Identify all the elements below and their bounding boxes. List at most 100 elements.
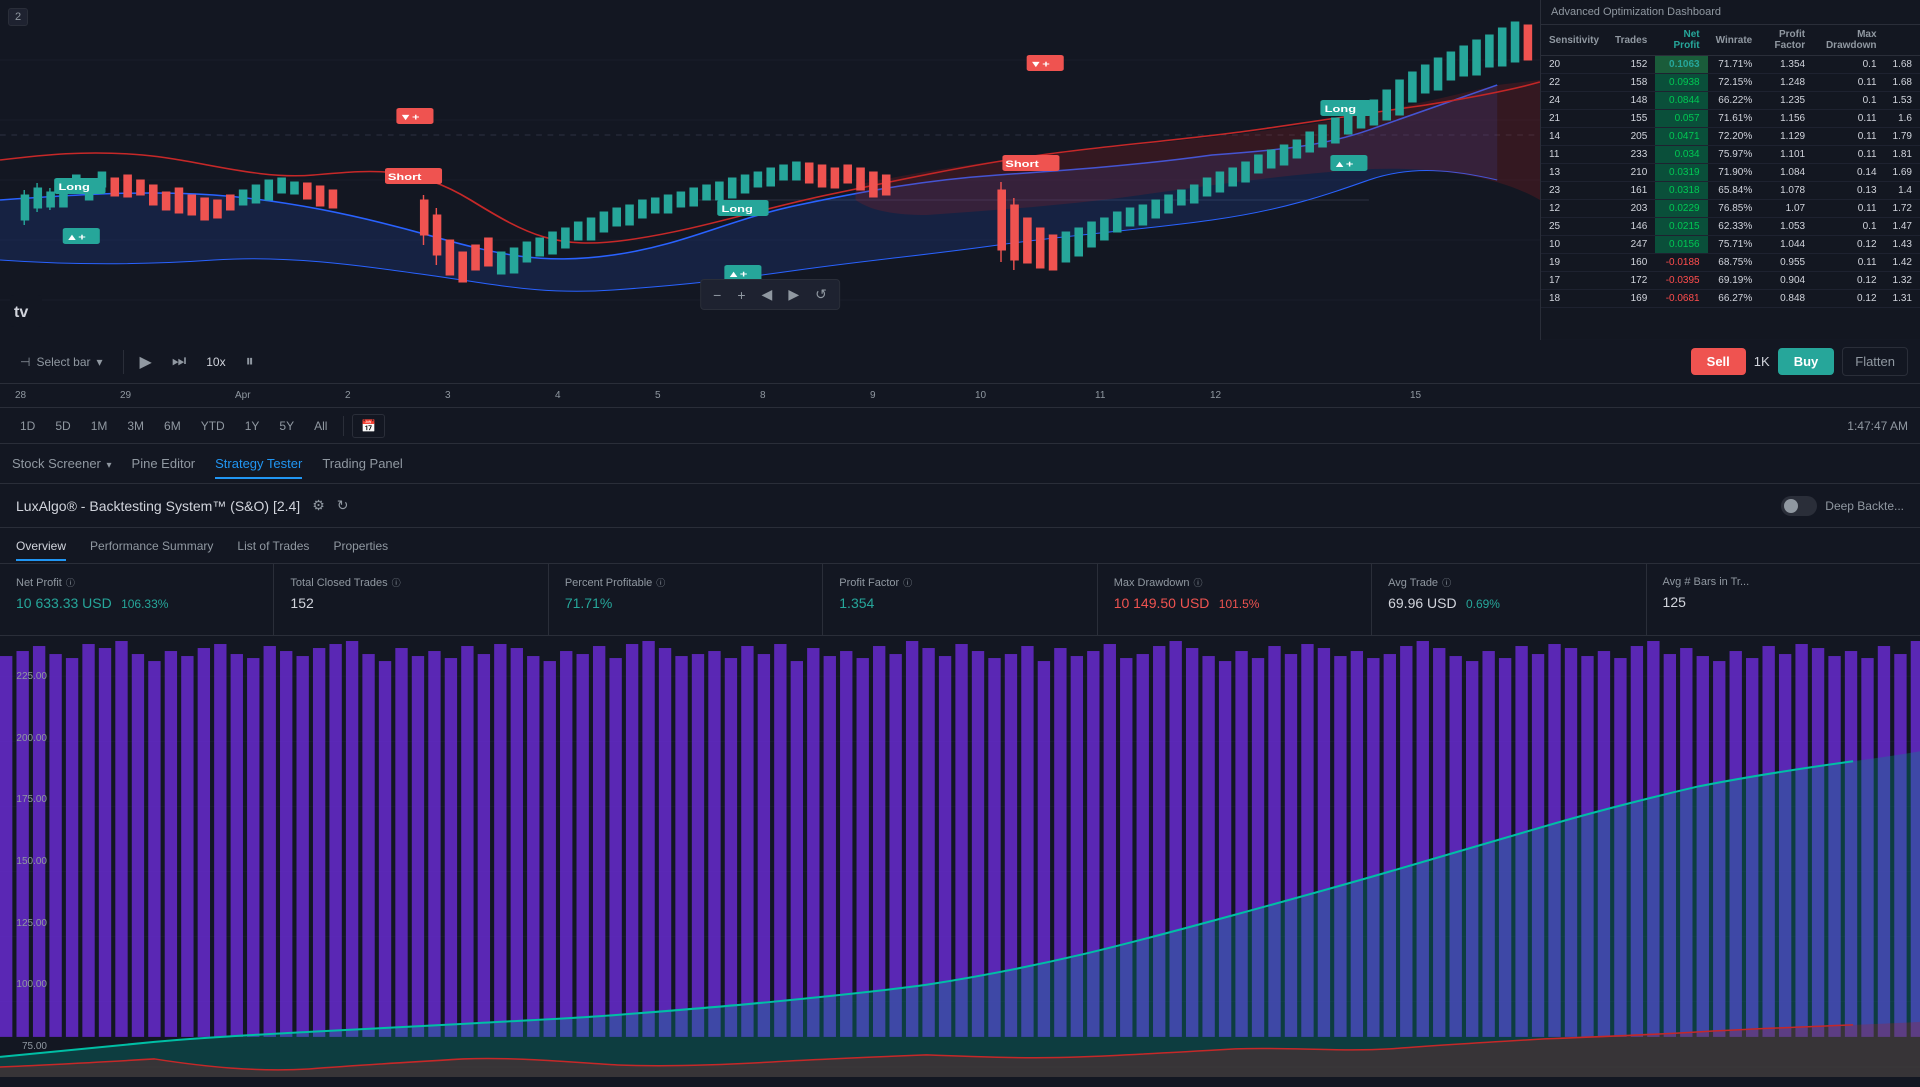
time-axis: 28 29 Apr 2 3 4 5 8 9 10 11 12 15 bbox=[0, 384, 1920, 408]
avg-trade-info-icon[interactable]: ⓘ bbox=[1442, 576, 1451, 589]
col-trades: Trades bbox=[1607, 25, 1655, 56]
net-profit-info-icon[interactable]: ⓘ bbox=[66, 576, 75, 589]
cell-max-drawdown: 0.14 bbox=[1813, 164, 1884, 182]
cursor-icon: ⊣ bbox=[20, 355, 30, 369]
stat-max-drawdown: Max Drawdown ⓘ 10 149.50 USD 101.5% bbox=[1098, 564, 1372, 635]
refresh-icon[interactable]: ↻ bbox=[337, 497, 349, 514]
select-bar-button[interactable]: ⊣ Select bar ▾ bbox=[12, 351, 111, 373]
time-tick-10: 10 bbox=[975, 390, 986, 401]
cell-last: 1.79 bbox=[1885, 128, 1920, 146]
buy-button[interactable]: Buy bbox=[1778, 348, 1835, 375]
period-all[interactable]: All bbox=[306, 415, 335, 437]
opt-table-row[interactable]: 21 155 0.057 71.61% 1.156 0.11 1.6 bbox=[1541, 110, 1920, 128]
cell-max-drawdown: 0.1 bbox=[1813, 92, 1884, 110]
deep-backtest-toggle[interactable] bbox=[1781, 496, 1817, 516]
time-tick-9: 9 bbox=[870, 390, 876, 401]
period-1d[interactable]: 1D bbox=[12, 415, 43, 437]
overview-tab-properties[interactable]: Properties bbox=[333, 531, 388, 561]
cell-net-profit: 0.1063 bbox=[1655, 56, 1707, 74]
opt-table-row[interactable]: 23 161 0.0318 65.84% 1.078 0.13 1.4 bbox=[1541, 182, 1920, 200]
zoom-in-button[interactable]: + bbox=[733, 285, 749, 305]
col-sensitivity: Sensitivity bbox=[1541, 25, 1607, 56]
cell-winrate: 71.61% bbox=[1708, 110, 1761, 128]
tab-pine-editor[interactable]: Pine Editor bbox=[132, 448, 196, 479]
period-ytd[interactable]: YTD bbox=[193, 415, 233, 437]
opt-table-row[interactable]: 25 146 0.0215 62.33% 1.053 0.1 1.47 bbox=[1541, 218, 1920, 236]
opt-table: Sensitivity Trades Net Profit Winrate Pr… bbox=[1541, 25, 1920, 308]
reset-button[interactable]: ↺ bbox=[811, 284, 831, 305]
overview-tab-overview[interactable]: Overview bbox=[16, 531, 66, 561]
percent-info-icon[interactable]: ⓘ bbox=[656, 576, 665, 589]
tab-trading-panel[interactable]: Trading Panel bbox=[322, 448, 402, 479]
cell-trades: 152 bbox=[1607, 56, 1655, 74]
chart-nav-controls: − + ◀ ▶ ↺ bbox=[700, 279, 840, 310]
svg-text:▲+: ▲+ bbox=[1333, 160, 1354, 170]
prev-bar-button[interactable]: ◀ bbox=[758, 284, 777, 305]
cell-last: 1.68 bbox=[1885, 74, 1920, 92]
cell-net-profit: -0.0681 bbox=[1655, 290, 1707, 308]
opt-table-row[interactable]: 11 233 0.034 75.97% 1.101 0.11 1.81 bbox=[1541, 146, 1920, 164]
cell-net-profit: 0.0215 bbox=[1655, 218, 1707, 236]
profit-factor-info-icon[interactable]: ⓘ bbox=[903, 576, 912, 589]
opt-table-row[interactable]: 19 160 -0.0188 68.75% 0.955 0.11 1.42 bbox=[1541, 254, 1920, 272]
opt-table-row[interactable]: 10 247 0.0156 75.71% 1.044 0.12 1.43 bbox=[1541, 236, 1920, 254]
y-label-150: 150.00 bbox=[8, 856, 47, 867]
toggle-slider bbox=[1781, 496, 1817, 516]
period-1y[interactable]: 1Y bbox=[237, 415, 268, 437]
calendar-button[interactable]: 📅 bbox=[352, 414, 385, 438]
opt-table-row[interactable]: 18 169 -0.0681 66.27% 0.848 0.12 1.31 bbox=[1541, 290, 1920, 308]
period-5y[interactable]: 5Y bbox=[271, 415, 302, 437]
cell-sensitivity: 14 bbox=[1541, 128, 1607, 146]
cell-trades: 158 bbox=[1607, 74, 1655, 92]
stat-total-trades: Total Closed Trades ⓘ 152 bbox=[274, 564, 548, 635]
opt-table-row[interactable]: 22 158 0.0938 72.15% 1.248 0.11 1.68 bbox=[1541, 74, 1920, 92]
cell-sensitivity: 25 bbox=[1541, 218, 1607, 236]
period-row: 1D 5D 1M 3M 6M YTD 1Y 5Y All 📅 1:47:47 A… bbox=[0, 408, 1920, 444]
chart-area: Long Short ▲+ ▼+ Long ▲+ Short ▼+ bbox=[0, 0, 1920, 340]
drawdown-info-icon[interactable]: ⓘ bbox=[1194, 576, 1203, 589]
stat-profit-factor-label: Profit Factor ⓘ bbox=[839, 576, 1080, 589]
tab-stock-screener[interactable]: Stock Screener ▾ bbox=[12, 448, 112, 479]
tab-strategy-tester[interactable]: Strategy Tester bbox=[215, 448, 302, 479]
skip-forward-button[interactable]: ⏭ bbox=[168, 349, 190, 375]
strategy-tester-label: Strategy Tester bbox=[215, 456, 302, 471]
sell-button[interactable]: Sell bbox=[1691, 348, 1746, 375]
stock-screener-dropdown[interactable]: ▾ bbox=[107, 460, 112, 471]
total-trades-info-icon[interactable]: ⓘ bbox=[392, 576, 401, 589]
chart-canvas[interactable]: Long Short ▲+ ▼+ Long ▲+ Short ▼+ bbox=[0, 0, 1540, 340]
opt-table-row[interactable]: 14 205 0.0471 72.20% 1.129 0.11 1.79 bbox=[1541, 128, 1920, 146]
play-button[interactable]: ▶ bbox=[136, 348, 156, 376]
cell-last: 1.43 bbox=[1885, 236, 1920, 254]
period-6m[interactable]: 6M bbox=[156, 415, 189, 437]
svg-text:▼+: ▼+ bbox=[1030, 60, 1051, 70]
cell-trades: 233 bbox=[1607, 146, 1655, 164]
trading-panel-label: Trading Panel bbox=[322, 456, 402, 471]
cell-profit-factor: 0.955 bbox=[1760, 254, 1813, 272]
period-1m[interactable]: 1M bbox=[83, 415, 116, 437]
stat-profit-factor-value: 1.354 bbox=[839, 595, 1080, 611]
step-button[interactable]: ⏸ bbox=[242, 349, 258, 375]
overview-tab-trades[interactable]: List of Trades bbox=[237, 531, 309, 561]
next-bar-button[interactable]: ▶ bbox=[784, 284, 803, 305]
overview-tab-performance[interactable]: Performance Summary bbox=[90, 531, 213, 561]
cell-winrate: 69.19% bbox=[1708, 272, 1761, 290]
cell-max-drawdown: 0.13 bbox=[1813, 182, 1884, 200]
opt-table-row[interactable]: 17 172 -0.0395 69.19% 0.904 0.12 1.32 bbox=[1541, 272, 1920, 290]
y-label-225: 225.00 bbox=[8, 671, 47, 682]
opt-table-row[interactable]: 20 152 0.1063 71.71% 1.354 0.1 1.68 bbox=[1541, 56, 1920, 74]
opt-table-row[interactable]: 24 148 0.0844 66.22% 1.235 0.1 1.53 bbox=[1541, 92, 1920, 110]
cell-net-profit: -0.0188 bbox=[1655, 254, 1707, 272]
zoom-out-button[interactable]: − bbox=[709, 285, 725, 305]
period-3m[interactable]: 3M bbox=[119, 415, 152, 437]
opt-table-row[interactable]: 12 203 0.0229 76.85% 1.07 0.11 1.72 bbox=[1541, 200, 1920, 218]
time-tick-12: 12 bbox=[1210, 390, 1221, 401]
cell-last: 1.81 bbox=[1885, 146, 1920, 164]
period-5d[interactable]: 5D bbox=[47, 415, 78, 437]
flatten-button[interactable]: Flatten bbox=[1842, 347, 1908, 376]
stat-net-profit: Net Profit ⓘ 10 633.33 USD 106.33% bbox=[0, 564, 274, 635]
svg-text:▲+: ▲+ bbox=[727, 270, 748, 280]
opt-table-row[interactable]: 13 210 0.0319 71.90% 1.084 0.14 1.69 bbox=[1541, 164, 1920, 182]
cell-last: 1.53 bbox=[1885, 92, 1920, 110]
stat-avg-bars: Avg # Bars in Tr... 125 bbox=[1647, 564, 1920, 635]
settings-icon[interactable]: ⚙ bbox=[312, 497, 325, 514]
